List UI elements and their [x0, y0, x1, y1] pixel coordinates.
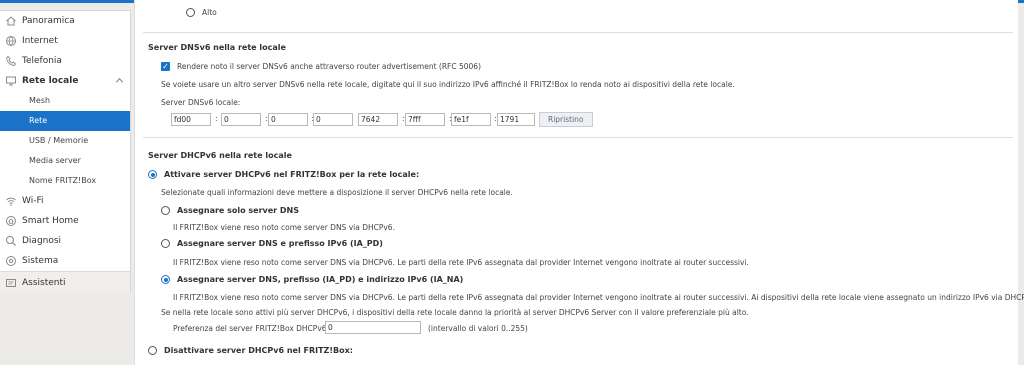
- radio-enable-dhcpv6[interactable]: [148, 170, 157, 179]
- section-title-dnsv6: Server DNSv6 nella rete locale: [148, 43, 286, 52]
- preference-input[interactable]: [325, 321, 421, 334]
- phone-icon: [5, 55, 17, 67]
- radio-dns-only[interactable]: [161, 206, 170, 215]
- sidebar-item-label: Telefonia: [22, 56, 62, 66]
- sidebar-item-label: Rete locale: [22, 76, 79, 86]
- sidebar-item-rete-locale[interactable]: Rete locale: [0, 71, 130, 91]
- dhcpv6-select-info: Selezionate quali informazioni deve mett…: [161, 188, 513, 197]
- radio-alto-label: Alto: [202, 8, 217, 17]
- ipv6-field-4[interactable]: [313, 113, 353, 126]
- sidebar-subitem-usb-memorie[interactable]: USB / Memorie: [0, 131, 130, 151]
- radio-dns-prefix[interactable]: [161, 239, 170, 248]
- sidebar-item-assistenti[interactable]: Assistenti: [0, 271, 130, 293]
- multi-server-info: Se nella rete locale sono attivi più ser…: [161, 308, 749, 317]
- sidebar-item-internet[interactable]: Internet: [0, 31, 130, 51]
- sidebar-item-diagnosi[interactable]: Diagnosi: [0, 231, 130, 251]
- sidebar-item-panoramica[interactable]: Panoramica: [0, 11, 130, 31]
- ipv6-field-3[interactable]: [268, 113, 308, 126]
- home-icon: [5, 15, 17, 27]
- radio-dns-prefix-desc: Il FRITZ!Box viene reso noto come server…: [173, 258, 749, 267]
- sidebar-item-smart-home[interactable]: Smart Home: [0, 211, 130, 231]
- radio-disable-dhcpv6[interactable]: [148, 346, 157, 355]
- sidebar-subitem-nome-fritzbox[interactable]: Nome FRITZ!Box: [0, 171, 130, 191]
- preference-label: Preferenza del server FRITZ!Box DHCPv6:: [173, 324, 330, 333]
- ipv6-field-8[interactable]: [497, 113, 535, 126]
- checkbox-rfc5006-label: Rendere noto il server DNSv6 anche attra…: [177, 62, 482, 71]
- radio-disable-dhcpv6-label: Disattivare server DHCPv6 nel FRITZ!Box:: [164, 346, 353, 355]
- ipv6-field-2[interactable]: [221, 113, 261, 126]
- sidebar-item-telefonia[interactable]: Telefonia: [0, 51, 130, 71]
- radio-dns-prefix-label: Assegnare server DNS e prefisso IPv6 (IA…: [177, 239, 383, 248]
- sidebar-item-label: Internet: [22, 36, 58, 46]
- divider: [143, 32, 1013, 33]
- wifi-icon: [5, 195, 17, 207]
- assistant-icon: [5, 277, 17, 289]
- radio-dns-prefix-address[interactable]: [161, 275, 170, 284]
- ipv6-separator: :: [215, 114, 218, 123]
- main-content: Alto Server DNSv6 nella rete locale ✓ Re…: [134, 0, 1024, 365]
- sidebar-item-label: Sistema: [22, 256, 59, 266]
- ipv6-field-7[interactable]: [451, 113, 491, 126]
- checkbox-rfc5006[interactable]: ✓: [161, 62, 170, 71]
- system-icon: [5, 255, 17, 267]
- sidebar-subitem-rete[interactable]: Rete: [0, 111, 130, 131]
- reset-button[interactable]: Ripristino: [539, 112, 593, 127]
- smart-home-icon: [5, 215, 17, 227]
- sidebar-item-label: Smart Home: [22, 216, 79, 226]
- ipv6-field-5[interactable]: [358, 113, 398, 126]
- sidebar-item-label: Wi-Fi: [22, 196, 44, 206]
- sidebar-subitem-media-server[interactable]: Media server: [0, 151, 130, 171]
- diagnosis-icon: [5, 235, 17, 247]
- network-icon: [5, 75, 17, 87]
- chevron-up-icon[interactable]: [115, 71, 124, 93]
- sidebar-navigation: Panoramica Internet Telefonia Rete local…: [0, 10, 131, 293]
- sidebar-item-wifi[interactable]: Wi-Fi: [0, 191, 130, 211]
- ipv6-field-6[interactable]: [405, 113, 445, 126]
- preference-range-hint: (intervallo di valori 0..255): [428, 324, 528, 333]
- section-title-dhcpv6: Server DHCPv6 nella rete locale: [148, 151, 292, 160]
- radio-alto[interactable]: [186, 8, 195, 17]
- sidebar-item-label: Diagnosi: [22, 236, 62, 246]
- sidebar-subitem-mesh[interactable]: Mesh: [0, 91, 130, 111]
- sidebar-item-label: Assistenti: [22, 278, 66, 288]
- dnsv6-field-label: Server DNSv6 locale:: [161, 98, 241, 107]
- globe-icon: [5, 35, 17, 47]
- radio-dns-prefix-address-desc: Il FRITZ!Box viene reso noto come server…: [173, 293, 1024, 302]
- sidebar-item-sistema[interactable]: Sistema: [0, 251, 130, 271]
- radio-dns-prefix-address-label: Assegnare server DNS, prefisso (IA_PD) e…: [177, 275, 464, 284]
- radio-dns-only-desc: Il FRITZ!Box viene reso noto come server…: [173, 223, 395, 232]
- divider: [143, 137, 1013, 138]
- radio-dns-only-label: Assegnare solo server DNS: [177, 206, 299, 215]
- ipv6-field-1[interactable]: [171, 113, 211, 126]
- sidebar-item-label: Panoramica: [22, 16, 75, 26]
- dnsv6-info-text: Se voiete usare un altro server DNSv6 ne…: [161, 80, 735, 89]
- radio-enable-dhcpv6-label: Attivare server DHCPv6 nel FRITZ!Box per…: [164, 170, 420, 179]
